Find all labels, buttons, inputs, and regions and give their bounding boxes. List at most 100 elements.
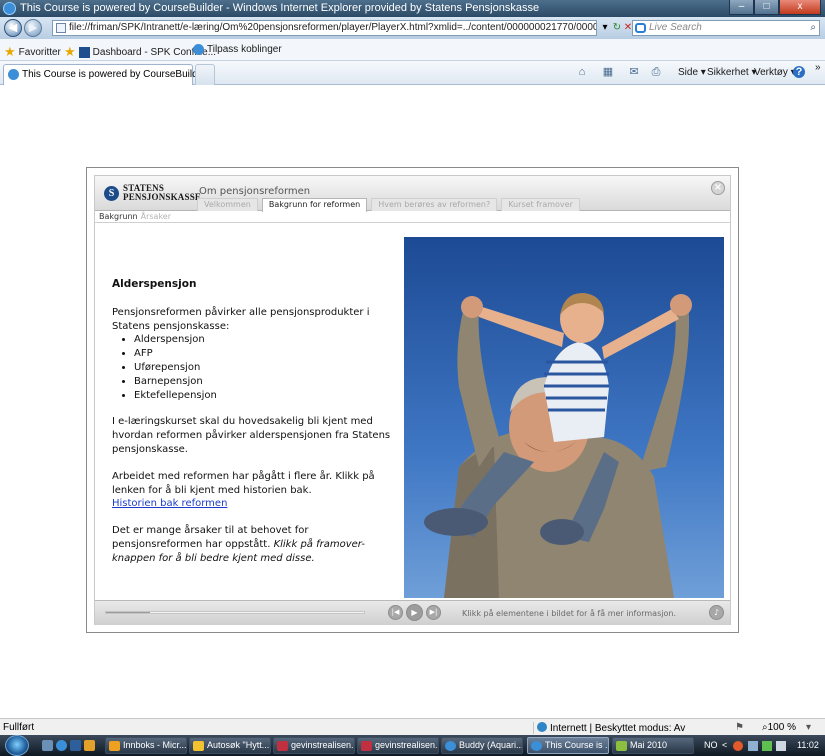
task-buddy[interactable]: Buddy (Aquari... (441, 737, 523, 754)
course-photo[interactable] (404, 237, 724, 598)
status-bar: Fullført Internett | Beskyttet modus: Av… (0, 718, 825, 735)
course-header: S STATENS PENSJONSKASSE Om pensjonsrefor… (95, 176, 730, 212)
print-icon[interactable]: ⎙ (650, 66, 662, 78)
progress-fill (106, 612, 150, 613)
switch-windows-icon[interactable] (70, 740, 81, 751)
task-gevinst-2[interactable]: gevinstrealisen... (357, 737, 439, 754)
breadcrumb-current[interactable]: Bakgrunn (99, 212, 138, 221)
section-heading: Alderspensjon (112, 278, 197, 290)
next-button[interactable]: ▶| (426, 605, 441, 620)
globe-icon (537, 722, 547, 732)
father-child-photo (404, 237, 724, 598)
calendar-icon (616, 741, 627, 751)
paragraph-2: I e-læringskurset skal du hovedsakelig b… (112, 416, 391, 455)
page-icon (56, 23, 66, 33)
list-item: AFP (134, 347, 392, 361)
favorite-tilpass[interactable]: Tilpass koblinger (193, 44, 282, 55)
home-icon[interactable]: ⌂ (576, 66, 588, 78)
url-field[interactable]: file://friman/SPK/Intranett/e-læring/Om%… (52, 20, 597, 36)
intro-text: Pensjonsreformen påvirker alle pensjonsp… (112, 306, 370, 332)
favorites-bar: ★ Favoritter ★ Dashboard - SPK Conflue..… (0, 39, 825, 61)
tray-network-icon[interactable] (748, 741, 758, 751)
search-input[interactable]: Live Search ⌕ (632, 20, 820, 36)
breadcrumb: Bakgrunn Årsaker (99, 212, 171, 221)
zoom-level[interactable]: ⌕100 % (762, 722, 796, 733)
language-indicator[interactable]: NO (704, 740, 718, 750)
system-tray: NO < 11:02 (700, 735, 825, 756)
back-button[interactable]: ◀ (4, 19, 22, 37)
ie-icon (531, 741, 542, 751)
page-menu[interactable]: Side ▾ (678, 67, 706, 78)
course-frame: S STATENS PENSJONSKASSE Om pensjonsrefor… (86, 167, 739, 633)
safety-menu[interactable]: Sikkerhet ▾ (707, 67, 756, 78)
security-zone[interactable]: Internett | Beskyttet modus: Av (533, 722, 685, 734)
task-autosok[interactable]: Autosøk "Hytt... (189, 737, 271, 754)
window-title-bar: This Course is powered by CourseBuilder … (0, 0, 825, 17)
favorites-button[interactable]: ★ Favoritter (4, 44, 61, 60)
ie-logo-icon (3, 2, 16, 15)
minimize-button[interactable]: – (729, 0, 754, 15)
tray-update-icon[interactable] (762, 741, 772, 751)
start-button[interactable] (5, 735, 29, 756)
ie-quicklaunch-icon[interactable] (56, 740, 67, 751)
breadcrumb-next[interactable]: Årsaker (141, 212, 171, 221)
browser-tab-active[interactable]: This Course is powered by CourseBuilder (3, 64, 207, 85)
outlook-quicklaunch-icon[interactable] (84, 740, 95, 751)
spk-logo-icon: S (104, 185, 119, 201)
course-player: S STATENS PENSJONSKASSE Om pensjonsrefor… (94, 175, 731, 625)
tab-ie-icon (8, 69, 19, 80)
zoom-dropdown-icon[interactable]: ▾ (806, 722, 811, 733)
forward-button[interactable]: ▶ (24, 19, 42, 37)
play-button[interactable]: ▶ (406, 604, 423, 621)
player-controls: |◀ ▶ ▶| Klikk på elementene i bildet for… (95, 600, 730, 625)
clock[interactable]: 11:02 (797, 740, 819, 750)
task-gevinst-1[interactable]: gevinstrealisen... (273, 737, 355, 754)
feeds-icon[interactable]: ▦ (602, 66, 614, 78)
course-title: Om pensjonsreformen (199, 186, 311, 197)
tray-expand-icon[interactable]: < (722, 740, 727, 750)
tab-velkommen[interactable]: Velkommen (197, 198, 258, 211)
add-favorite-icon: ★ (64, 44, 76, 59)
close-window-button[interactable]: x (779, 0, 821, 15)
course-close-button[interactable]: × (711, 181, 725, 195)
status-text: Fullført (3, 722, 35, 733)
mail-icon[interactable]: ✉ (628, 66, 640, 78)
more-chevron-icon[interactable]: » (815, 62, 821, 73)
spk-logo: S STATENS PENSJONSKASSE (104, 184, 201, 202)
tab-kurset-framover[interactable]: Kurset framover (501, 198, 580, 211)
new-tab-button[interactable] (195, 64, 215, 85)
ie-icon (445, 741, 456, 751)
volume-icon[interactable]: ♪ (709, 605, 724, 620)
tools-menu[interactable]: Verktøy ▾ (754, 67, 796, 78)
tab-hvem-berores[interactable]: Hvem berøres av reformen? (371, 198, 498, 211)
maximize-button[interactable]: □ (754, 0, 779, 15)
product-list: Alderspensjon AFP Uførepensjon Barnepens… (134, 333, 392, 402)
tray-volume-icon[interactable] (776, 741, 786, 751)
history-link[interactable]: Historien bak reformen (112, 498, 227, 509)
search-icon[interactable]: ⌕ (810, 21, 816, 35)
live-search-icon (635, 23, 646, 33)
task-calendar[interactable]: Mai 2010 (612, 737, 694, 754)
paragraph-4: Det er mange årsaker til at behovet for … (112, 525, 365, 564)
task-outlook[interactable]: Innboks - Micr... (105, 737, 187, 754)
logo-line2: PENSJONSKASSE (123, 192, 202, 202)
help-icon[interactable]: ? (793, 66, 805, 78)
text-panel: Alderspensjon Pensjonsreformen påvirker … (112, 278, 392, 579)
previous-button[interactable]: |◀ (388, 605, 403, 620)
tab-bakgrunn[interactable]: Bakgrunn for reformen (261, 198, 368, 212)
progress-bar[interactable] (105, 611, 365, 614)
list-item: Barnepensjon (134, 375, 392, 389)
folder-icon (193, 741, 204, 751)
security-icon[interactable]: ⚑ (735, 722, 744, 733)
url-text: file://friman/SPK/Intranett/e-læring/Om%… (69, 22, 596, 33)
confluence-icon (78, 46, 90, 58)
tab-command-bar: This Course is powered by CourseBuilder … (0, 61, 825, 85)
favorites-star-icon: ★ (4, 44, 16, 59)
tray-app-icon[interactable] (733, 741, 743, 751)
task-course[interactable]: This Course is ... (527, 737, 609, 754)
powerpoint-icon (277, 741, 288, 751)
ie-page-icon (193, 44, 204, 55)
list-item: Alderspensjon (134, 333, 392, 347)
course-tabs: Velkommen Bakgrunn for reformen Hvem ber… (197, 198, 584, 212)
show-desktop-icon[interactable] (42, 740, 53, 751)
